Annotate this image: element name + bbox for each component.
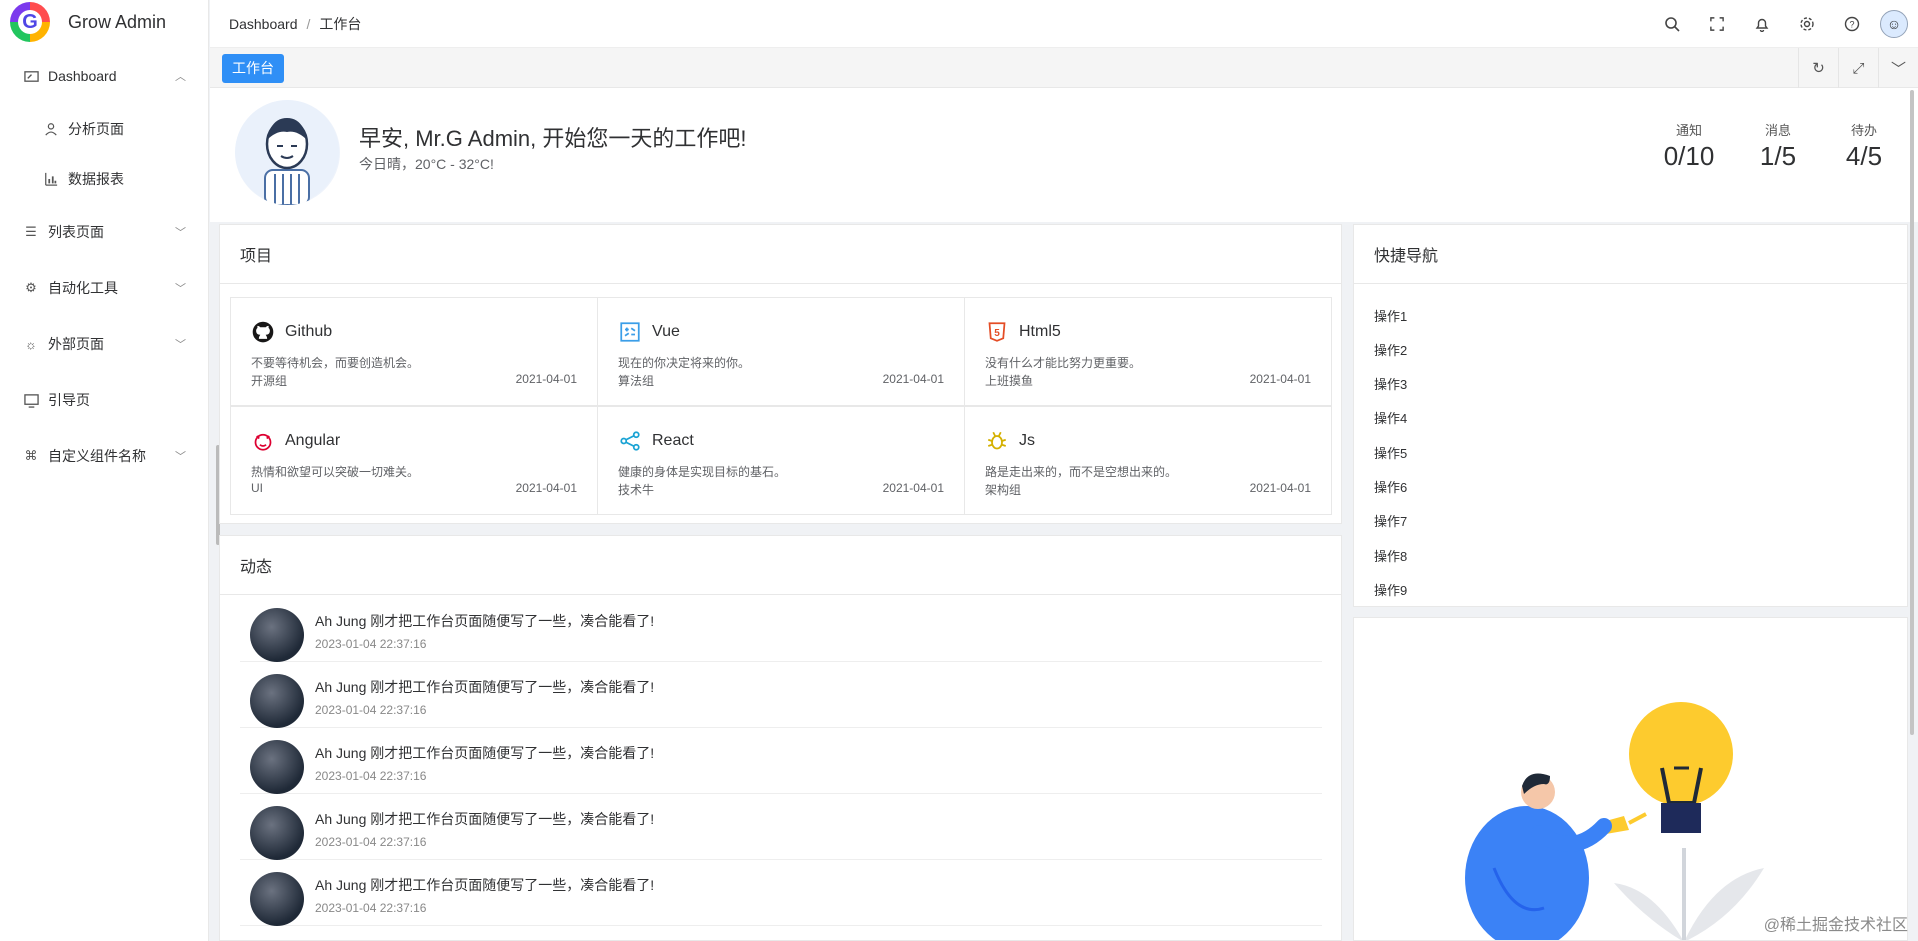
stat-notification[interactable]: 通知 0/10: [1659, 120, 1719, 172]
avatar: [250, 806, 304, 860]
project-item-vue[interactable]: Vue 现在的你决定将来的你。 算法组 2021-04-01: [597, 297, 965, 406]
sidebar-item-external[interactable]: ☼ 外部页面 ﹀: [0, 316, 208, 372]
component-icon: ⌘: [24, 448, 38, 463]
search-icon[interactable]: [1649, 0, 1694, 48]
quick-nav-item[interactable]: 操作3: [1374, 374, 1407, 393]
chevron-down-icon: ﹀: [175, 451, 186, 463]
welcome-avatar: [235, 100, 340, 205]
project-item-html5[interactable]: 5 Html5 没有什么才能比努力更重要。 上班摸鱼 2021-04-01: [964, 297, 1332, 406]
analysis-icon: [43, 121, 59, 137]
fullscreen-icon[interactable]: [1694, 0, 1739, 48]
list-item[interactable]: Ah Jung 刚才把工作台页面随便写了一些，凑合能看了! 2023-01-04…: [240, 794, 1322, 860]
welcome-weather: 今日晴，20°C - 32°C!: [359, 156, 494, 172]
sidebar-item-guide[interactable]: 引导页: [0, 372, 208, 428]
app-name: Grow Admin: [68, 11, 167, 32]
github-icon: [251, 320, 275, 344]
header: Dashboard / 工作台 ? ☺: [210, 0, 1918, 48]
sidebar-item-report[interactable]: 数据报表: [0, 154, 208, 204]
sidebar-item-analysis[interactable]: 分析页面: [0, 104, 208, 154]
sidebar-item-dashboard[interactable]: Dashboard ︿: [0, 48, 208, 104]
avatar: [250, 872, 304, 926]
react-icon: [618, 429, 642, 453]
quick-nav-item[interactable]: 操作1: [1374, 306, 1407, 325]
maximize-icon[interactable]: ⤢: [1838, 48, 1878, 88]
stat-message[interactable]: 消息 1/5: [1748, 120, 1808, 172]
avatar: [250, 608, 304, 662]
js-icon: [985, 429, 1009, 453]
chevron-down-icon[interactable]: ﹀: [1878, 48, 1918, 88]
quick-nav-item[interactable]: 操作7: [1374, 511, 1407, 530]
project-item-angular[interactable]: Angular 热情和欲望可以突破一切难关。 UI 2021-04-01: [230, 406, 598, 515]
quick-nav-item[interactable]: 操作2: [1374, 340, 1407, 359]
quick-nav-title: 快捷导航: [1354, 225, 1907, 284]
sidebar-item-label: 分析页面: [68, 121, 124, 137]
sidebar-item-label: 引导页: [48, 392, 90, 408]
chevron-down-icon: ﹀: [175, 227, 186, 239]
list-item[interactable]: Ah Jung 刚才把工作台页面随便写了一些，凑合能看了! 2023-01-04…: [240, 596, 1322, 662]
project-item-github[interactable]: Github 不要等待机会，而要创造机会。 开源组 2021-04-01: [230, 297, 598, 406]
welcome-greeting: 早安, Mr.G Admin, 开始您一天的工作吧!: [359, 126, 747, 151]
sidebar-item-label: 数据报表: [68, 171, 124, 187]
list-item[interactable]: Ah Jung 刚才把工作台页面随便写了一些，凑合能看了! 2023-01-04…: [240, 728, 1322, 794]
sidebar-item-label: Dashboard: [48, 68, 117, 84]
quick-nav-item[interactable]: 操作5: [1374, 443, 1407, 462]
list-item[interactable]: Ah Jung 刚才把工作台页面随便写了一些，凑合能看了! 2023-01-04…: [240, 860, 1322, 926]
tab-workbench[interactable]: 工作台: [222, 54, 284, 83]
list-icon: ☰: [25, 224, 37, 239]
user-avatar[interactable]: ☺: [1880, 10, 1908, 38]
sidebar-item-automation[interactable]: ⚙ 自动化工具 ﹀: [0, 260, 208, 316]
quick-nav-card: 快捷导航 操作1 操作2 操作3 操作4 操作5 操作6 操作7 操作8 操作9: [1353, 224, 1908, 607]
content-scrollbar[interactable]: [1910, 90, 1914, 735]
sidebar-item-list[interactable]: ☰ 列表页面 ﹀: [0, 204, 208, 260]
dynamics-title: 动态: [220, 536, 1341, 595]
avatar: [250, 740, 304, 794]
breadcrumb-dashboard[interactable]: Dashboard: [229, 16, 298, 32]
sidebar-item-label: 自动化工具: [48, 280, 118, 296]
quick-nav-item[interactable]: 操作8: [1374, 546, 1407, 565]
report-icon: [43, 171, 59, 187]
logo-icon: G: [10, 2, 50, 42]
sidebar-item-component[interactable]: ⌘ 自定义组件名称 ﹀: [0, 428, 208, 484]
bell-icon[interactable]: [1739, 0, 1784, 48]
refresh-icon[interactable]: ↻: [1798, 48, 1838, 88]
sidebar-item-label: 列表页面: [48, 224, 104, 240]
external-icon: ☼: [25, 336, 37, 352]
projects-title: 项目: [220, 225, 1341, 284]
gear-icon[interactable]: [1784, 0, 1829, 48]
breadcrumb: Dashboard / 工作台: [229, 15, 362, 32]
tag-bar: 工作台 ↻ ⤢ ﹀: [210, 48, 1918, 88]
sidebar-item-label: 外部页面: [48, 336, 104, 352]
projects-card: 项目 Github 不要等待机会，而要创造机会。 开源组 2021-04-01 …: [219, 224, 1342, 524]
welcome-panel: 早安, Mr.G Admin, 开始您一天的工作吧! 今日晴，20°C - 32…: [210, 88, 1918, 222]
avatar: [250, 674, 304, 728]
svg-text:5: 5: [994, 328, 1000, 339]
vue-icon: [618, 320, 642, 344]
dynamics-card: 动态 Ah Jung 刚才把工作台页面随便写了一些，凑合能看了! 2023-01…: [219, 535, 1342, 941]
html5-icon: 5: [985, 320, 1009, 344]
svg-text:?: ?: [1849, 20, 1854, 30]
quick-nav-item[interactable]: 操作4: [1374, 408, 1407, 427]
quick-nav-item[interactable]: 操作6: [1374, 477, 1407, 496]
quick-nav-item[interactable]: 操作9: [1374, 580, 1407, 599]
breadcrumb-current: 工作台: [319, 15, 362, 32]
illustration-image: [1465, 702, 1764, 940]
list-item[interactable]: Ah Jung 刚才把工作台页面随便写了一些，凑合能看了! 2023-01-04…: [240, 662, 1322, 728]
project-item-js[interactable]: Js 路是走出来的，而不是空想出来的。 架构组 2021-04-01: [964, 406, 1332, 515]
angular-icon: [251, 429, 275, 453]
project-item-react[interactable]: React 健康的身体是实现目标的基石。 技术牛 2021-04-01: [597, 406, 965, 515]
chevron-down-icon: ﹀: [175, 283, 186, 295]
stat-todo[interactable]: 待办 4/5: [1834, 120, 1894, 172]
illustration-card: [1353, 617, 1908, 941]
chevron-up-icon: ︿: [175, 71, 186, 83]
automation-icon: ⚙: [25, 280, 37, 295]
guide-icon: [23, 392, 39, 408]
chevron-down-icon: ﹀: [175, 339, 186, 351]
sidebar-item-label: 自定义组件名称: [48, 448, 146, 464]
dashboard-icon: [23, 68, 39, 84]
watermark: @稀土掘金技术社区: [1763, 917, 1908, 934]
help-icon[interactable]: ?: [1829, 0, 1874, 48]
sidebar: G Grow Admin Dashboard ︿ 分析页面 数据报表 ☰ 列表页…: [0, 0, 209, 941]
logo[interactable]: G Grow Admin: [0, 0, 208, 44]
